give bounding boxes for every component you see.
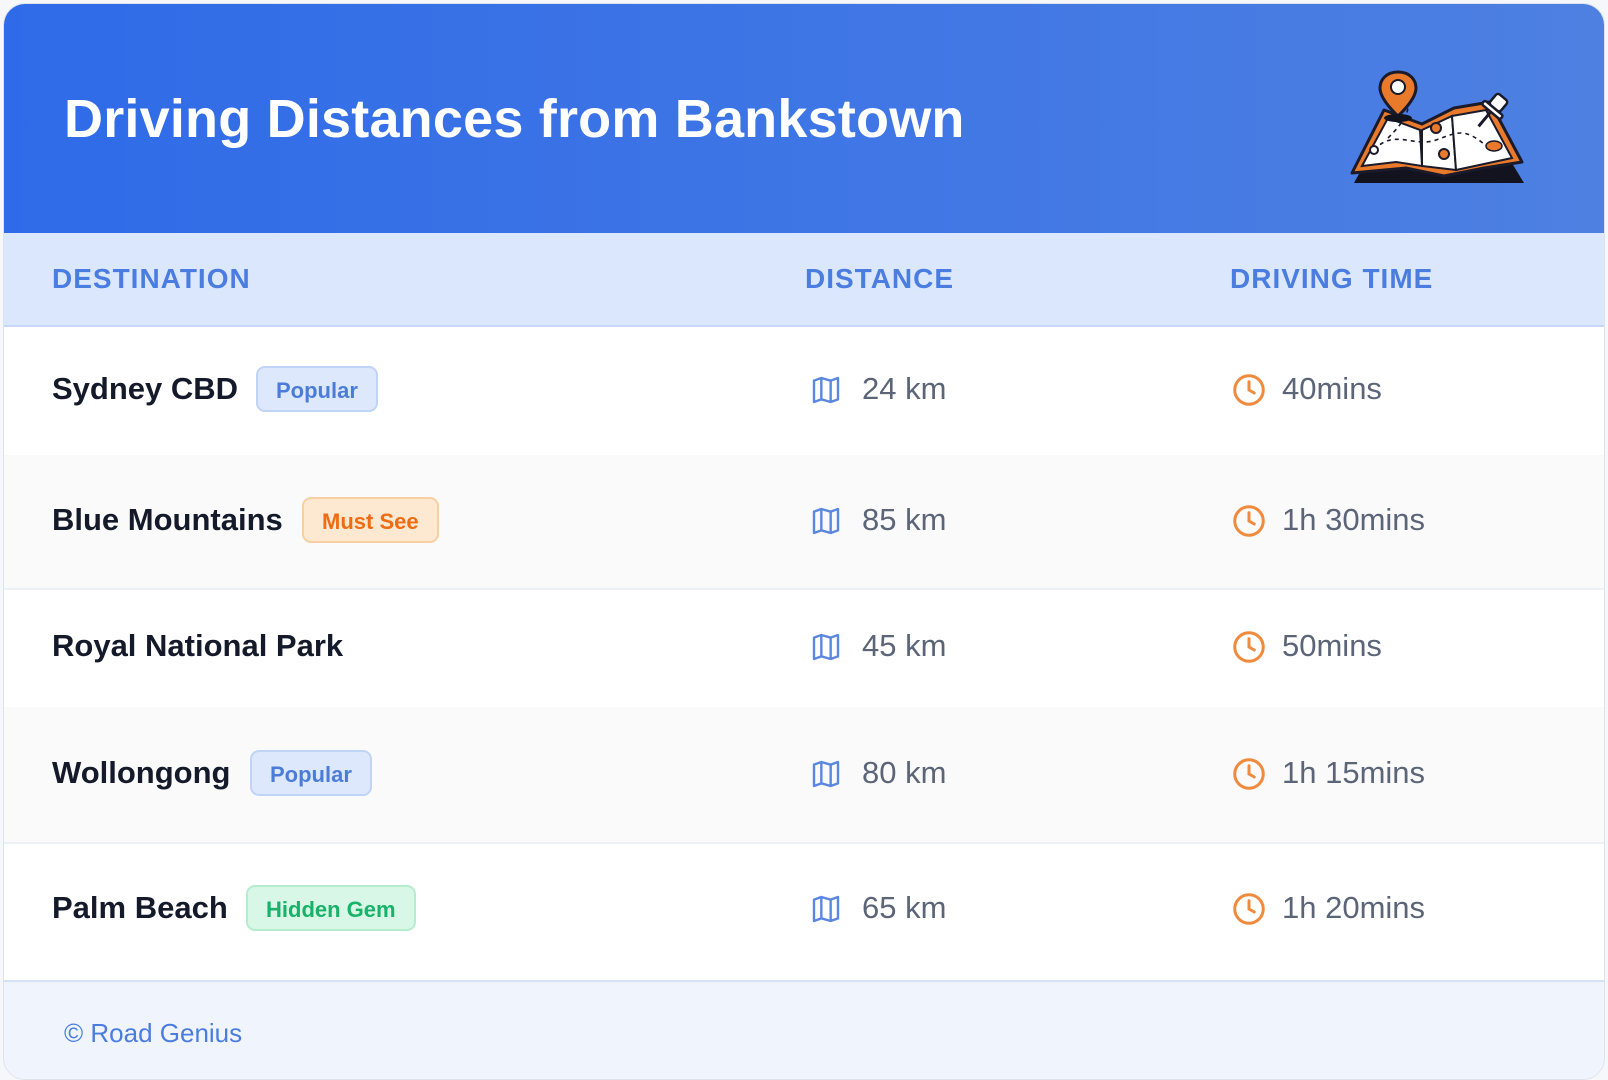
distance-value: 24 km [862,371,947,406]
map-icon [812,633,840,661]
page-title: Driving Distances from Bankstown [64,89,965,149]
clock-icon [1233,893,1265,925]
destination-name: Wollongong [52,755,231,790]
table-row[interactable]: Royal National Park 45 km 50mins [4,588,1604,709]
destination-name: Palm Beach [52,890,228,925]
card-footer: © Road Genius [4,980,1604,1079]
destination-name: Blue Mountains [52,502,283,537]
table-row[interactable]: Palm Beach Hidden Gem 65 km 1h 20mins [4,842,1604,978]
badge-popular: Popular [250,750,372,796]
table-row[interactable]: Wollongong Popular 80 km 1h 15mins [4,707,1604,844]
column-header-destination[interactable]: DESTINATION [52,263,251,295]
driving-time-value: 1h 30mins [1282,502,1426,537]
map-with-pins-icon [1350,70,1524,183]
distance-card: Driving Distances from Bankstown DESTINA… [3,3,1605,1080]
map-icon [812,895,840,923]
column-header-driving-time[interactable]: DRIVING TIME [1230,263,1433,295]
badge-popular: Popular [256,366,378,412]
table-row[interactable]: Blue Mountains Must See 85 km 1h 30mins [4,455,1604,590]
map-icon [812,760,840,788]
destination-name: Sydney CBD [52,371,239,406]
distance-value: 80 km [862,755,947,790]
clock-icon [1233,631,1265,663]
table-row[interactable]: Sydney CBD Popular 24 km 40mins [4,325,1604,457]
distance-value: 85 km [862,502,947,537]
driving-time-value: 40mins [1282,371,1382,406]
clock-icon [1233,374,1265,406]
badge-must-see: Must See [302,497,439,543]
badge-hidden-gem: Hidden Gem [246,885,416,931]
distance-value: 45 km [862,628,947,663]
map-icon [812,507,840,535]
destination-name: Royal National Park [52,628,344,663]
card-header: Driving Distances from Bankstown [4,4,1604,233]
table-header: DESTINATION DISTANCE DRIVING TIME [4,233,1604,327]
map-icon [812,376,840,404]
clock-icon [1233,505,1265,537]
driving-time-value: 1h 20mins [1282,890,1426,925]
column-header-distance[interactable]: DISTANCE [805,263,954,295]
driving-time-value: 1h 15mins [1282,755,1426,790]
driving-time-value: 50mins [1282,628,1382,663]
clock-icon [1233,758,1265,790]
copyright-text: © Road Genius [64,1018,243,1048]
distance-value: 65 km [862,890,947,925]
